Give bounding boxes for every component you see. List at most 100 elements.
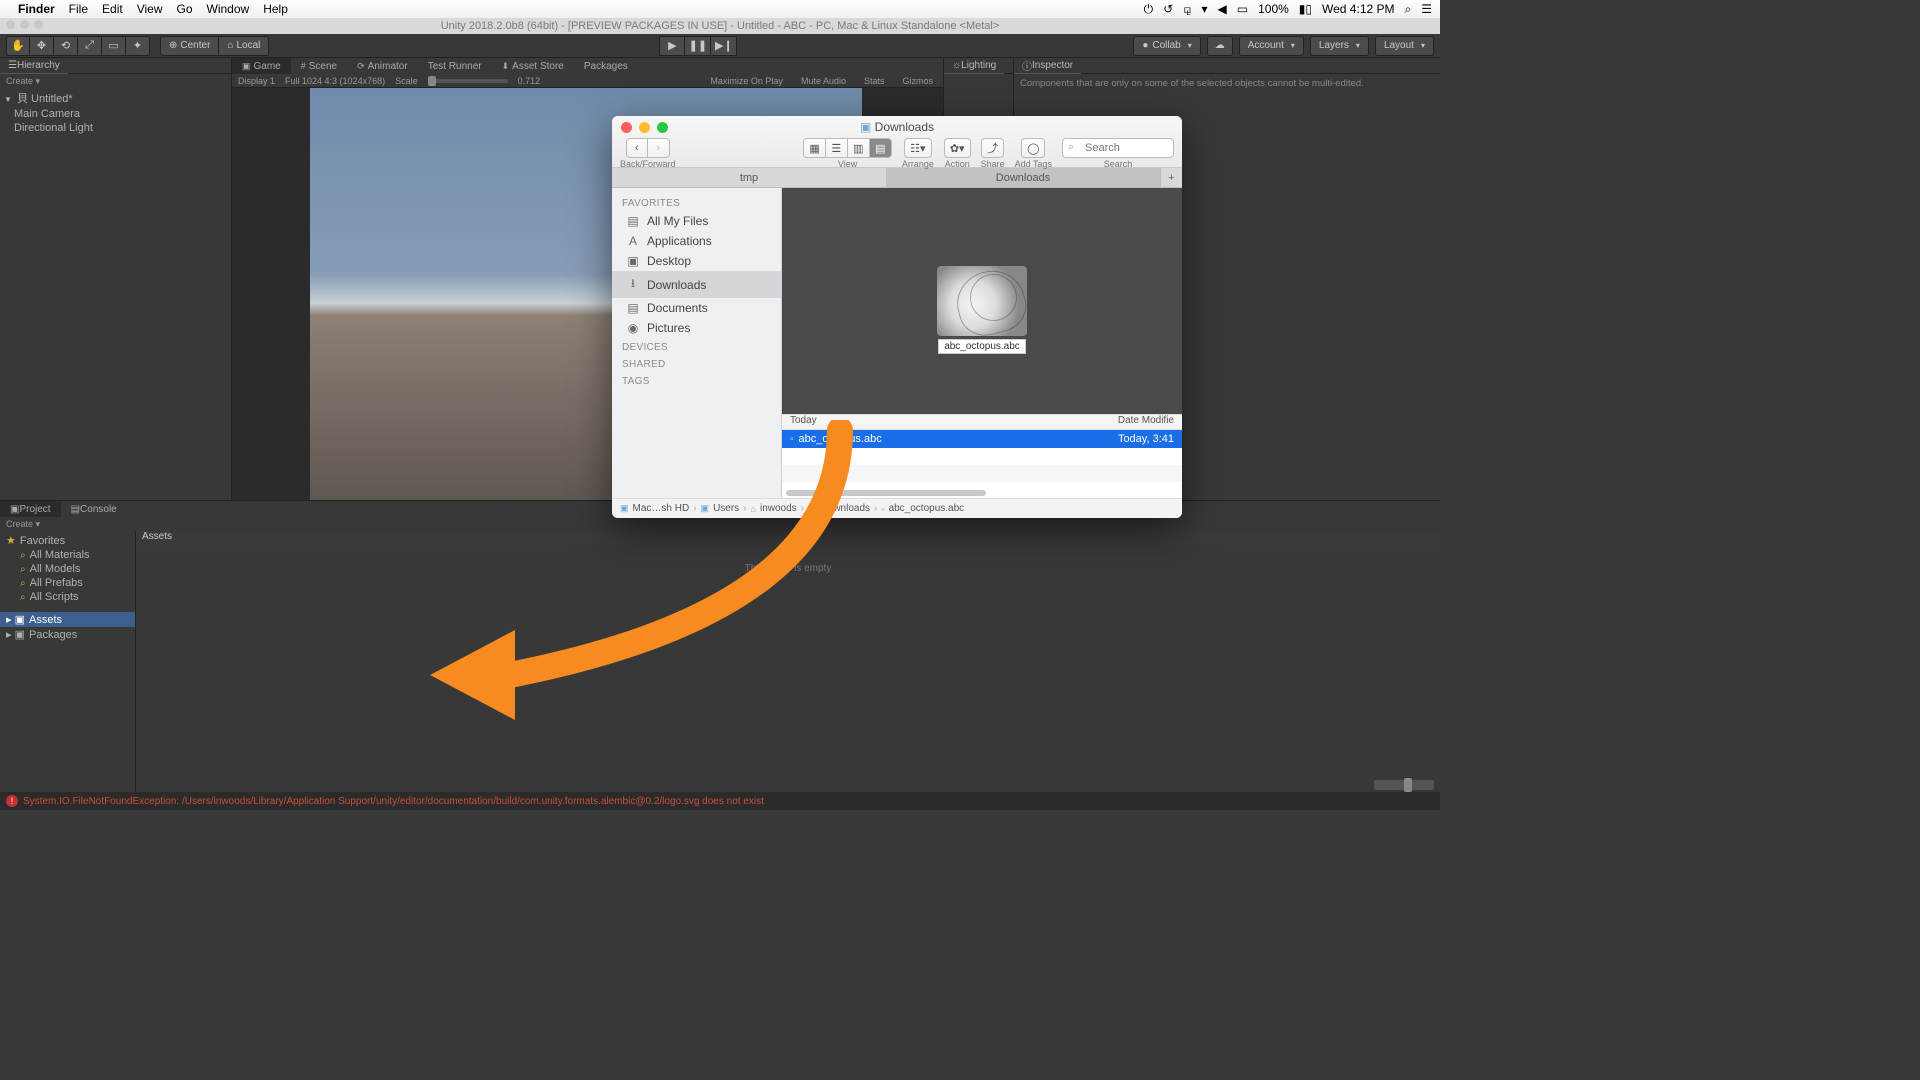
hierarchy-item-camera[interactable]: Main Camera xyxy=(0,107,231,121)
finder-path-bar[interactable]: ▣Mac…sh HD› ▣Users› ⌂inwoods› ▣Downloads… xyxy=(612,498,1182,518)
tab-animator[interactable]: ⟳Animator xyxy=(347,58,418,74)
display-icon[interactable]: ▭ xyxy=(1237,2,1248,16)
view-columns[interactable]: ▥ xyxy=(848,138,870,158)
menu-window[interactable]: Window xyxy=(207,2,250,16)
scene-row[interactable]: ▼ ⾙ Untitled* xyxy=(0,89,231,107)
hierarchy-item-light[interactable]: Directional Light xyxy=(0,121,231,135)
unity-window-title: Unity 2018.2.0b8 (64bit) - [PREVIEW PACK… xyxy=(0,18,1440,34)
project-breadcrumb[interactable]: Assets xyxy=(136,531,1440,545)
sidebar-desktop[interactable]: ▣Desktop xyxy=(612,251,781,271)
scale-slider[interactable] xyxy=(428,79,508,83)
volume-icon[interactable]: ◀ xyxy=(1218,2,1227,16)
sidebar-documents[interactable]: ▤Documents xyxy=(612,298,781,318)
pivot-local[interactable]: ⌂Local xyxy=(219,36,269,56)
action-button[interactable]: ✿▾ xyxy=(944,138,971,158)
tab-console[interactable]: ▤ Console xyxy=(61,501,127,517)
disk-icon: ▣ xyxy=(620,503,629,514)
status-bar[interactable]: ! System.IO.FileNotFoundException: /User… xyxy=(0,792,1440,810)
hand-tool[interactable]: ✋ xyxy=(6,36,30,56)
finder-tab-downloads[interactable]: Downloads xyxy=(886,168,1160,187)
transform-tool[interactable]: ✦ xyxy=(126,36,150,56)
view-icons[interactable]: ▦ xyxy=(803,138,825,158)
lighting-tab[interactable]: ☼ Lighting xyxy=(944,58,1004,74)
fav-scripts[interactable]: ⌕All Scripts xyxy=(0,590,135,604)
step-button[interactable]: ▶❙ xyxy=(711,36,737,56)
fav-prefabs[interactable]: ⌕All Prefabs xyxy=(0,576,135,590)
hierarchy-create[interactable]: Create ▾ xyxy=(0,74,231,89)
menu-view[interactable]: View xyxy=(137,2,163,16)
history-icon[interactable]: ↺ xyxy=(1163,2,1173,16)
gizmos-dropdown[interactable]: Gizmos xyxy=(898,76,937,86)
forward-button[interactable]: › xyxy=(648,138,670,158)
finder-tab-tmp[interactable]: tmp xyxy=(612,168,886,187)
layers-dropdown[interactable]: Layers xyxy=(1310,36,1369,56)
tab-scene[interactable]: #Scene xyxy=(291,58,347,74)
resolution-dropdown[interactable]: Full 1024 4:3 (1024x768) xyxy=(285,76,385,86)
favorites-header[interactable]: ★Favorites xyxy=(0,533,135,548)
scale-tool[interactable]: ⤢ xyxy=(78,36,102,56)
layout-dropdown[interactable]: Layout xyxy=(1375,36,1434,56)
thumbnail-size-slider[interactable] xyxy=(1374,780,1434,790)
assets-folder[interactable]: ▸ ▣ Assets xyxy=(0,612,135,627)
view-coverflow[interactable]: ▤ xyxy=(870,138,892,158)
play-button[interactable]: ▶ xyxy=(659,36,685,56)
tab-game[interactable]: ▣Game xyxy=(232,58,291,74)
preview-thumbnail[interactable] xyxy=(937,266,1027,336)
packages-folder[interactable]: ▸ ▣ Packages xyxy=(0,627,135,642)
menu-go[interactable]: Go xyxy=(177,2,193,16)
wifi-icon[interactable]: ▾ xyxy=(1201,2,1207,16)
horizontal-scrollbar[interactable] xyxy=(786,490,986,496)
finder-sidebar: Favorites ▤All My Files AApplications ▣D… xyxy=(612,188,782,498)
collab-dropdown[interactable]: ● Collab xyxy=(1133,36,1200,56)
fav-materials[interactable]: ⌕All Materials xyxy=(0,548,135,562)
bluetooth-icon[interactable]: ⚼ xyxy=(1183,2,1191,17)
clock[interactable]: Wed 4:12 PM xyxy=(1322,2,1394,16)
maximize-on-play[interactable]: Maximize On Play xyxy=(706,76,787,86)
tab-asset-store[interactable]: ⬇Asset Store xyxy=(492,58,574,74)
desktop-icon: ▣ xyxy=(626,254,640,268)
notifications-icon[interactable]: ☰ xyxy=(1421,2,1432,16)
sidebar-pictures[interactable]: ◉Pictures xyxy=(612,318,781,338)
move-tool[interactable]: ✥ xyxy=(30,36,54,56)
battery-icon[interactable]: ▮▯ xyxy=(1299,2,1312,16)
hierarchy-tab[interactable]: ☰ Hierarchy xyxy=(0,58,68,74)
list-header[interactable]: Today Date Modifie xyxy=(782,414,1182,430)
share-button[interactable]: ⤴ xyxy=(981,138,1004,158)
pivot-center[interactable]: ⊕Center xyxy=(160,36,219,56)
rect-tool[interactable]: ▭ xyxy=(102,36,126,56)
spotlight-icon[interactable]: ⌕ xyxy=(1405,2,1412,17)
sidebar-section-tags: Tags xyxy=(612,372,781,389)
sidebar-all-my-files[interactable]: ▤All My Files xyxy=(612,211,781,231)
rotate-tool[interactable]: ⟲ xyxy=(54,36,78,56)
mute-audio[interactable]: Mute Audio xyxy=(797,76,850,86)
inspector-tab[interactable]: ⓘ Inspector xyxy=(1014,58,1081,74)
arrange-button[interactable]: ☷▾ xyxy=(904,138,931,158)
sidebar-applications[interactable]: AApplications xyxy=(612,231,781,251)
file-row[interactable]: ▫abc_octopus.abc Today, 3:41 xyxy=(782,430,1182,448)
pause-button[interactable]: ❚❚ xyxy=(685,36,711,56)
view-list[interactable]: ☰ xyxy=(826,138,848,158)
cloud-button[interactable]: ☁ xyxy=(1207,36,1233,56)
fav-models[interactable]: ⌕All Models xyxy=(0,562,135,576)
tab-test-runner[interactable]: Test Runner xyxy=(418,58,492,74)
new-tab-button[interactable]: + xyxy=(1160,168,1182,187)
sidebar-downloads[interactable]: ⭳Downloads xyxy=(612,271,781,298)
inspector-message: Components that are only on some of the … xyxy=(1014,74,1440,93)
finder-title: ▣ Downloads xyxy=(612,120,1182,134)
menu-edit[interactable]: Edit xyxy=(102,2,123,16)
mac-app-name[interactable]: Finder xyxy=(18,2,55,16)
tab-project[interactable]: ▣ Project xyxy=(0,501,61,517)
tags-button[interactable]: ◯ xyxy=(1021,138,1045,158)
project-create[interactable]: Create ▾ xyxy=(0,517,1440,532)
tab-packages[interactable]: Packages xyxy=(574,58,638,74)
power-icon[interactable]: ⏻ xyxy=(1144,2,1154,17)
search-input[interactable] xyxy=(1062,138,1174,158)
unity-traffic-lights[interactable] xyxy=(6,20,43,29)
menu-file[interactable]: File xyxy=(69,2,88,16)
hierarchy-panel: ☰ Hierarchy Create ▾ ▼ ⾙ Untitled* Main … xyxy=(0,58,232,500)
back-button[interactable]: ‹ xyxy=(626,138,648,158)
stats-toggle[interactable]: Stats xyxy=(860,76,889,86)
account-dropdown[interactable]: Account xyxy=(1239,36,1304,56)
display-dropdown[interactable]: Display 1 xyxy=(238,76,275,86)
menu-help[interactable]: Help xyxy=(263,2,288,16)
